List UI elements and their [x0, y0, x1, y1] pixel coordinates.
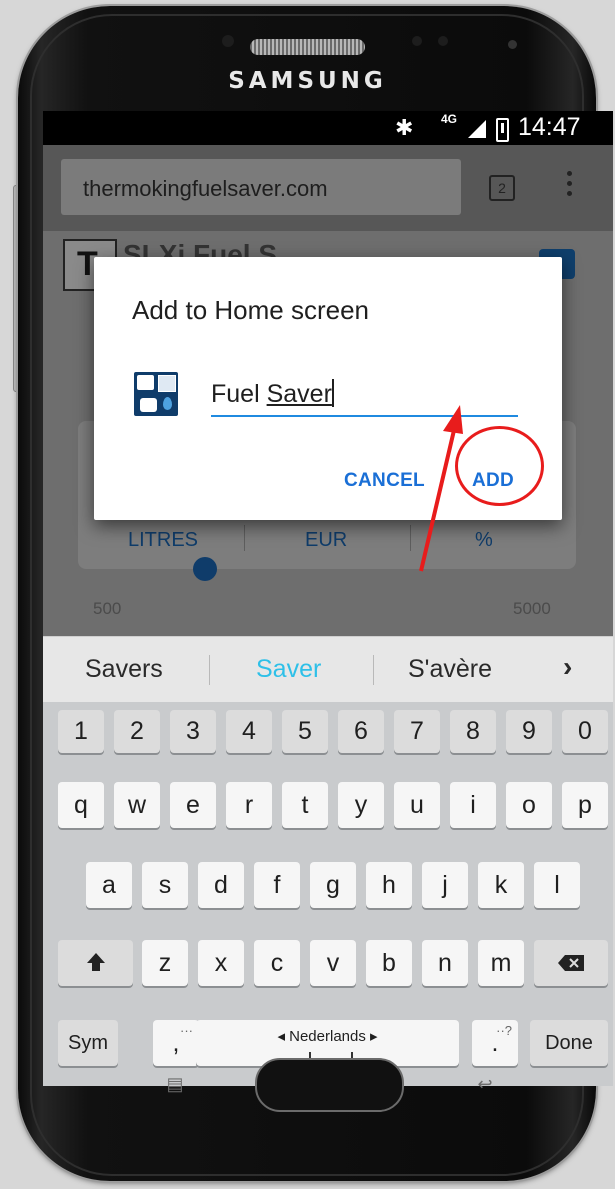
- fuel-saver-app-icon: [134, 372, 178, 416]
- key-x[interactable]: x: [198, 940, 244, 986]
- status-time: 14:47: [518, 113, 581, 141]
- key-v[interactable]: v: [310, 940, 356, 986]
- add-to-home-dialog: Add to Home screen Fuel Saver CANCEL ADD: [94, 257, 562, 520]
- slider-max-label: 5000: [513, 599, 551, 618]
- suggestion-2[interactable]: Saver: [256, 655, 321, 684]
- key-6[interactable]: 6: [338, 710, 384, 753]
- key-h[interactable]: h: [366, 862, 412, 908]
- unit-eur[interactable]: EUR: [305, 529, 347, 552]
- slider-min-label: 500: [93, 599, 122, 618]
- name-word-2: Saver: [266, 380, 332, 408]
- proximity-sensor: [412, 36, 422, 46]
- url-bar[interactable]: thermokingfuelsaver.com: [61, 159, 461, 215]
- front-camera: [222, 35, 234, 47]
- key-a[interactable]: a: [86, 862, 132, 908]
- key-t[interactable]: t: [282, 782, 328, 828]
- suggestion-bar: Savers Saver S'avère ›: [43, 636, 613, 703]
- shift-key[interactable]: [58, 940, 133, 986]
- shortcut-name-input[interactable]: Fuel Saver: [211, 375, 518, 417]
- slider-handle[interactable]: [193, 557, 217, 581]
- unit-percent[interactable]: %: [475, 529, 493, 552]
- key-7[interactable]: 7: [394, 710, 440, 753]
- suggestion-divider: [209, 655, 210, 685]
- browser-toolbar: thermokingfuelsaver.com 2: [43, 145, 613, 231]
- annotation-circle: [455, 426, 544, 506]
- light-sensor: [438, 36, 448, 46]
- shift-arrow-icon: [86, 953, 105, 971]
- key-g[interactable]: g: [310, 862, 356, 908]
- dialog-title: Add to Home screen: [132, 295, 370, 325]
- key-5[interactable]: 5: [282, 710, 328, 753]
- annotation-arrow: [419, 405, 463, 572]
- done-key[interactable]: Done: [530, 1020, 608, 1066]
- segment-divider: [244, 525, 245, 551]
- key-2[interactable]: 2: [114, 710, 160, 753]
- rear-sensor: [508, 40, 517, 49]
- network-type: 4G: [441, 112, 458, 126]
- sym-key[interactable]: Sym: [58, 1020, 118, 1066]
- menu-softkey-icon[interactable]: ▤: [160, 1074, 190, 1094]
- key-r[interactable]: r: [226, 782, 272, 828]
- comma-label: ,: [172, 1029, 180, 1057]
- earpiece: [250, 39, 365, 55]
- key-e[interactable]: e: [170, 782, 216, 828]
- key-0[interactable]: 0: [562, 710, 608, 753]
- period-key[interactable]: . ··?: [472, 1020, 518, 1066]
- key-b[interactable]: b: [366, 940, 412, 986]
- key-w[interactable]: w: [114, 782, 160, 828]
- battery-icon: [496, 118, 509, 142]
- tab-switcher-button[interactable]: 2: [489, 175, 515, 201]
- key-o[interactable]: o: [506, 782, 552, 828]
- more-options-hint: ···: [180, 1023, 193, 1038]
- key-f[interactable]: f: [254, 862, 300, 908]
- key-n[interactable]: n: [422, 940, 468, 986]
- key-c[interactable]: c: [254, 940, 300, 986]
- suggestion-divider: [373, 655, 374, 685]
- device-brand: SAMSUNG: [228, 68, 387, 94]
- key-p[interactable]: p: [562, 782, 608, 828]
- backspace-icon: [558, 955, 584, 971]
- key-z[interactable]: z: [142, 940, 188, 986]
- name-word-1: Fuel: [211, 380, 260, 408]
- key-8[interactable]: 8: [450, 710, 496, 753]
- signal-icon: [468, 120, 486, 138]
- key-j[interactable]: j: [422, 862, 468, 908]
- key-l[interactable]: l: [534, 862, 580, 908]
- key-1[interactable]: 1: [58, 710, 104, 753]
- key-y[interactable]: y: [338, 782, 384, 828]
- key-d[interactable]: d: [198, 862, 244, 908]
- unit-litres[interactable]: LITRES: [128, 529, 198, 552]
- key-q[interactable]: q: [58, 782, 104, 828]
- punctuation-hint: ··?: [496, 1023, 512, 1038]
- key-k[interactable]: k: [478, 862, 524, 908]
- key-9[interactable]: 9: [506, 710, 552, 753]
- bluetooth-icon: ✱: [395, 115, 414, 140]
- chevron-right-icon[interactable]: ›: [563, 651, 572, 683]
- comma-key[interactable]: , ···: [153, 1020, 199, 1066]
- key-u[interactable]: u: [394, 782, 440, 828]
- phone-screen: ✱ 4G 14:47 thermokingfuelsaver.com 2 SLX…: [43, 111, 613, 1086]
- key-3[interactable]: 3: [170, 710, 216, 753]
- back-softkey-icon[interactable]: ↩: [470, 1074, 500, 1094]
- home-button[interactable]: [255, 1058, 404, 1112]
- url-text: thermokingfuelsaver.com: [83, 176, 328, 201]
- key-m[interactable]: m: [478, 940, 524, 986]
- key-s[interactable]: s: [142, 862, 188, 908]
- text-caret: [331, 379, 334, 407]
- backspace-key[interactable]: [534, 940, 608, 986]
- key-4[interactable]: 4: [226, 710, 272, 753]
- keyboard: 1 2 3 4 5 6 7 8 9 0 q w e r t y u i o p …: [43, 702, 613, 1086]
- status-bar: ✱ 4G 14:47: [43, 111, 613, 145]
- overflow-menu-icon[interactable]: [567, 171, 573, 201]
- suggestion-1[interactable]: Savers: [85, 655, 163, 684]
- suggestion-3[interactable]: S'avère: [408, 655, 492, 684]
- key-i[interactable]: i: [450, 782, 496, 828]
